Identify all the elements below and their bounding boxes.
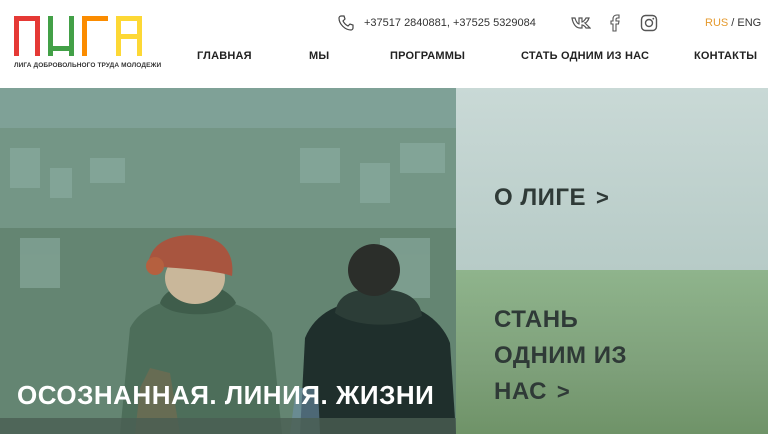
about-league-label: О ЛИГЕ (494, 184, 587, 211)
join-arrow: > (556, 379, 571, 404)
nav-about[interactable]: МЫ (309, 50, 329, 62)
logo[interactable]: ЛИГА ДОБРОВОЛЬНОГО ТРУДА МОЛОДЕЖИ (14, 12, 161, 74)
phone-icon (338, 15, 354, 31)
facebook-icon[interactable] (605, 13, 625, 33)
vk-icon[interactable] (571, 13, 591, 33)
lang-eng[interactable]: ENG (737, 17, 761, 29)
nav-join[interactable]: СТАТЬ ОДНИМ ИЗ НАС (521, 50, 649, 62)
join-line-1: СТАНЬ (494, 306, 579, 333)
main-nav: ГЛАВНАЯ МЫ ПРОГРАММЫ СТАТЬ ОДНИМ ИЗ НАС … (0, 50, 768, 64)
join-line-3: НАС (494, 378, 547, 405)
nav-contacts[interactable]: КОНТАКТЫ (694, 50, 757, 62)
hero-banner: О ЛИГЕ > СТАНЬ ОДНИМ ИЗ НАС > ОСОЗНАННАЯ. … (0, 88, 768, 434)
nav-home[interactable]: ГЛАВНАЯ (197, 50, 252, 62)
contact-phones: +37517 2840881, +37525 5329084 (338, 14, 536, 32)
language-switcher: RUS / ENG (705, 17, 761, 29)
join-panel[interactable]: СТАНЬ ОДНИМ ИЗ НАС > (456, 270, 768, 434)
lang-rus[interactable]: RUS (705, 17, 728, 29)
about-league-panel[interactable]: О ЛИГЕ > (456, 88, 768, 270)
nav-programs[interactable]: ПРОГРАММЫ (390, 50, 465, 62)
join-link[interactable]: СТАНЬ ОДНИМ ИЗ НАС > (494, 302, 627, 410)
instagram-icon[interactable] (639, 13, 659, 33)
join-line-2: ОДНИМ ИЗ (494, 342, 627, 369)
site-header: ЛИГА ДОБРОВОЛЬНОГО ТРУДА МОЛОДЕЖИ +37517… (0, 0, 768, 88)
phone-numbers: +37517 2840881, +37525 5329084 (364, 17, 536, 29)
about-league-link[interactable]: О ЛИГЕ > (494, 180, 609, 216)
social-links (571, 13, 659, 33)
about-league-arrow: > (596, 185, 610, 210)
hero-title: ОСОЗНАННАЯ. ЛИНИЯ. ЖИЗНИ (17, 380, 435, 410)
